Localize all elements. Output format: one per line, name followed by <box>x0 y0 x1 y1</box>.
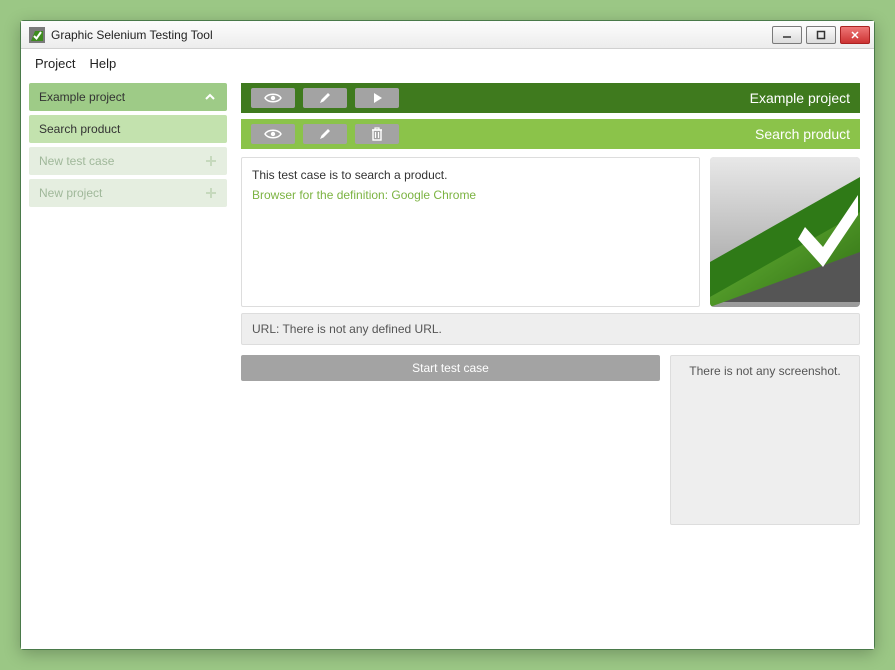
app-window: Graphic Selenium Testing Tool Project He… <box>20 20 875 650</box>
description-browser: Browser for the definition: Google Chrom… <box>252 188 689 202</box>
window-controls <box>772 26 874 44</box>
testcase-delete-button[interactable] <box>355 124 399 144</box>
sidebar-project-item[interactable]: Example project <box>29 83 227 111</box>
screenshot-box: There is not any screenshot. <box>670 355 860 525</box>
eye-icon <box>264 92 282 104</box>
main-panel: Example project <box>241 83 860 635</box>
start-testcase-button[interactable]: Start test case <box>241 355 660 381</box>
content: Example project Search product New test … <box>21 77 874 649</box>
project-edit-button[interactable] <box>303 88 347 108</box>
pencil-icon <box>318 127 332 141</box>
menu-help[interactable]: Help <box>89 56 116 71</box>
window-title: Graphic Selenium Testing Tool <box>51 28 213 42</box>
sidebar-project-label: Example project <box>39 90 125 104</box>
testcase-view-button[interactable] <box>251 124 295 144</box>
minimize-button[interactable] <box>772 26 802 44</box>
play-icon <box>371 92 383 104</box>
bottom-row: Start test case There is not any screens… <box>241 355 860 525</box>
sidebar-new-testcase[interactable]: New test case <box>29 147 227 175</box>
sidebar-new-project[interactable]: New project <box>29 179 227 207</box>
url-text: URL: There is not any defined URL. <box>252 322 442 336</box>
maximize-button[interactable] <box>806 26 836 44</box>
menubar: Project Help <box>21 49 874 77</box>
project-view-button[interactable] <box>251 88 295 108</box>
plus-icon <box>205 155 217 167</box>
url-box: URL: There is not any defined URL. <box>241 313 860 345</box>
sidebar-testcase-label: Search product <box>39 122 120 136</box>
chevron-up-icon <box>203 90 217 104</box>
sidebar-testcase-item[interactable]: Search product <box>29 115 227 143</box>
eye-icon <box>264 128 282 140</box>
checkmark-logo-icon <box>710 157 860 307</box>
titlebar: Graphic Selenium Testing Tool <box>21 21 874 49</box>
menu-project[interactable]: Project <box>35 56 75 71</box>
project-actions <box>251 88 399 108</box>
project-run-button[interactable] <box>355 88 399 108</box>
pencil-icon <box>318 91 332 105</box>
app-logo <box>710 157 860 307</box>
testcase-actions <box>251 124 399 144</box>
screenshot-text: There is not any screenshot. <box>689 364 840 516</box>
project-header: Example project <box>241 83 860 113</box>
sidebar-new-project-label: New project <box>39 186 102 200</box>
description-box: This test case is to search a product. B… <box>241 157 700 307</box>
testcase-header: Search product <box>241 119 860 149</box>
project-title: Example project <box>750 90 850 106</box>
testcase-edit-button[interactable] <box>303 124 347 144</box>
plus-icon <box>205 187 217 199</box>
sidebar: Example project Search product New test … <box>29 83 227 635</box>
testcase-title: Search product <box>755 126 850 142</box>
start-button-label: Start test case <box>412 361 489 375</box>
app-icon <box>29 27 45 43</box>
trash-icon <box>371 127 383 141</box>
description-row: This test case is to search a product. B… <box>241 157 860 307</box>
description-text: This test case is to search a product. <box>252 168 689 182</box>
sidebar-new-testcase-label: New test case <box>39 154 114 168</box>
close-button[interactable] <box>840 26 870 44</box>
